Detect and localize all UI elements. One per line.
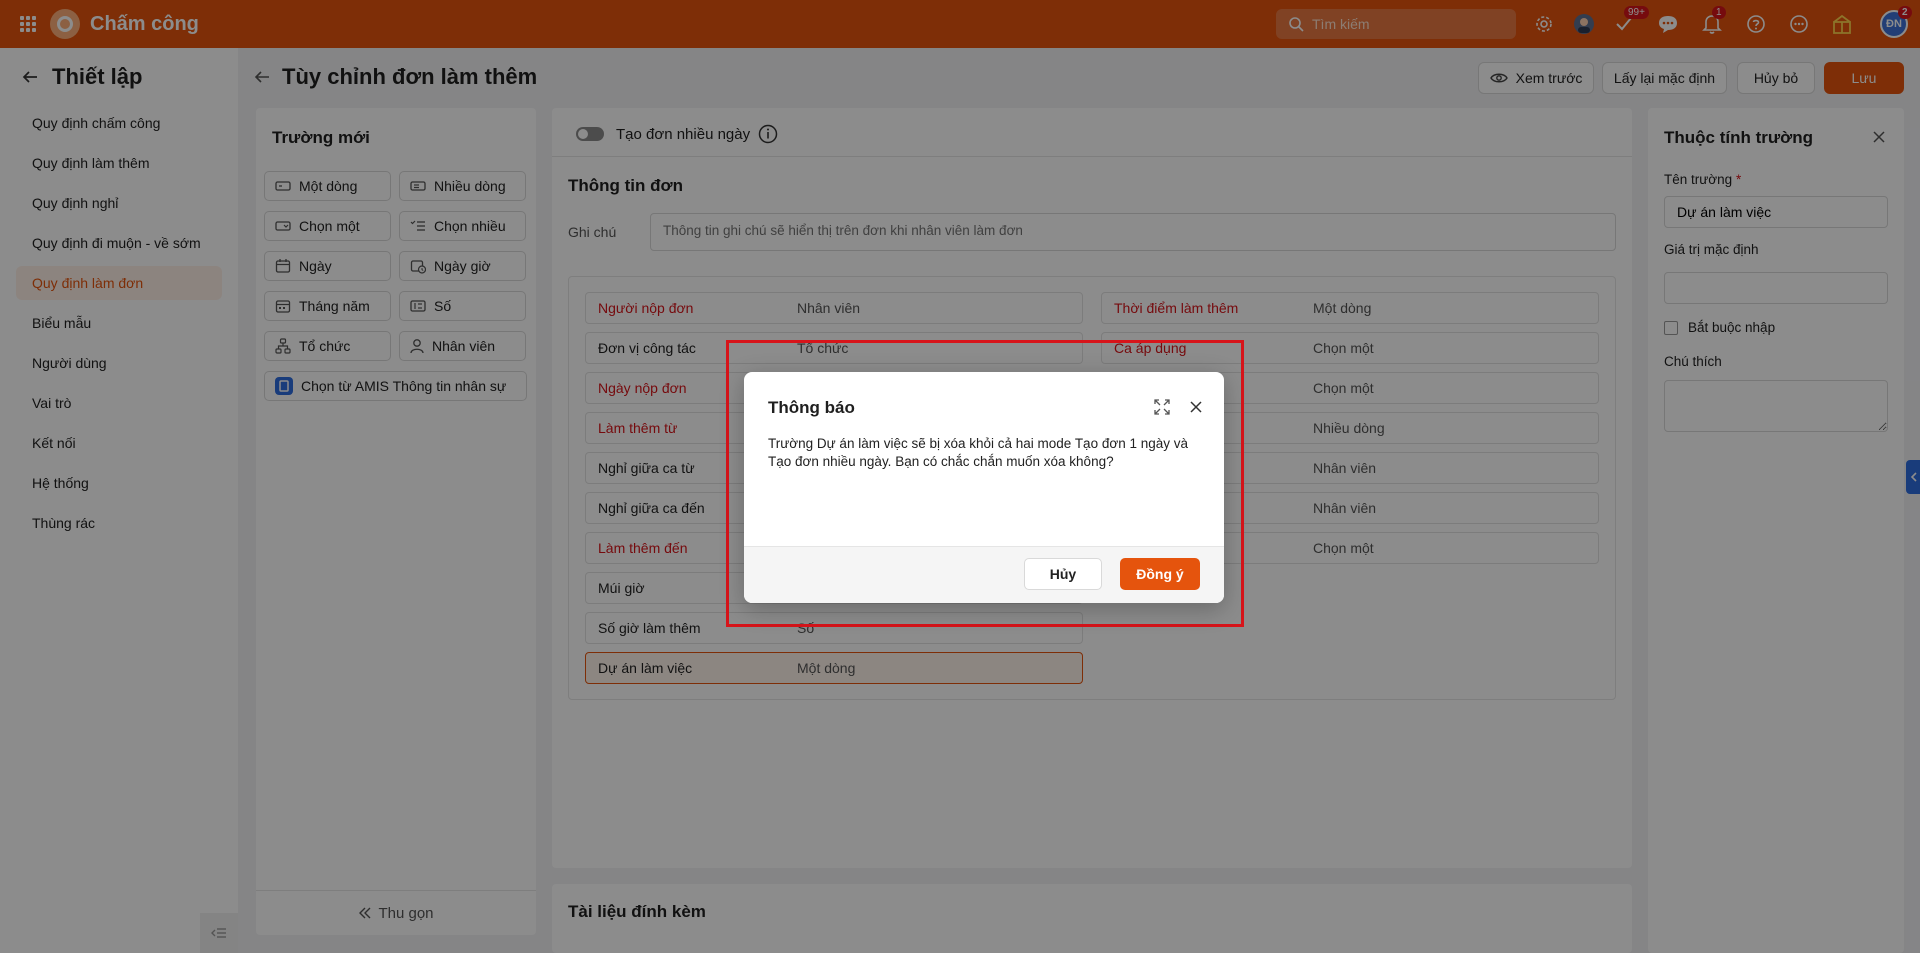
dialog-close-icon[interactable] bbox=[1190, 401, 1202, 413]
dialog-cancel-button[interactable]: Hủy bbox=[1024, 558, 1102, 590]
confirm-dialog: Thông báo Trường Dự án làm việc sẽ bị xó… bbox=[744, 372, 1224, 603]
expand-icon[interactable] bbox=[1154, 399, 1170, 415]
dialog-confirm-button[interactable]: Đồng ý bbox=[1120, 558, 1200, 590]
dialog-message: Trường Dự án làm việc sẽ bị xóa khỏi cả … bbox=[768, 436, 1188, 469]
dialog-title: Thông báo bbox=[768, 398, 855, 417]
